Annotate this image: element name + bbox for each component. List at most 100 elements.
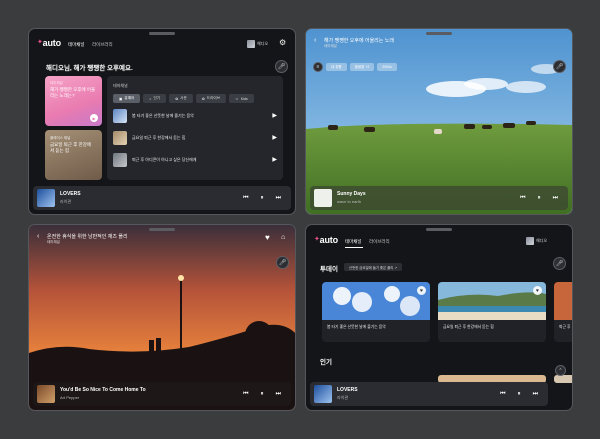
chevron-up-icon[interactable]: ⌃ — [555, 365, 566, 376]
back-icon[interactable]: ‹ — [314, 37, 316, 44]
theme-card[interactable]: ♥ 봄 타기 좋은 산뜻한 날에 즐기는 음악 — [322, 282, 430, 342]
detail-header: ‹ 해가 쨍쨍한 오후에 어울리는 노래 테마채널 — [306, 29, 572, 51]
track-artist: 라이관 — [60, 199, 72, 204]
chip-0[interactable]: ▣ 뮤예어 — [113, 94, 141, 103]
heart-icon[interactable]: ♥ — [417, 286, 426, 295]
gear-icon[interactable]: ⚙ — [279, 38, 286, 47]
avatar — [247, 40, 255, 48]
mini-player[interactable]: LOVERS 라이관 ⏮ ⏸ ⏭ — [310, 382, 548, 406]
play-icon[interactable]: ▶ — [90, 114, 98, 122]
playlist-row[interactable]: 금요일 퇴근 후 한강에서 듣는 힙 ▶ — [113, 130, 277, 145]
page-title: 온전한 휴식을 위한 낭만적인 재즈 플리 — [47, 234, 128, 240]
playlist-detail-screen: ‹ 온전한 휴식을 위한 낭만적인 재즈 플리 테마채널 ♥ ⌂ 🎤︎ You'… — [28, 224, 296, 411]
theme-channel-screen: ✦auto 테마채널 라이브러리 해디오 🎤︎ 투데이 산뜻한 금요일에 들기 … — [305, 224, 573, 411]
featured-theme-card[interactable]: 테마채널 해가 쨍쨍한 오후에 어울리는 노래는? ▶ — [45, 76, 102, 126]
previous-icon[interactable]: ⏮ — [243, 391, 248, 398]
album-art — [314, 385, 332, 403]
heart-icon[interactable]: ♥ — [265, 233, 270, 242]
mini-player[interactable]: Sunny Days wave to earth ⏮ ⏸ ⏭ — [310, 186, 568, 210]
back-icon[interactable]: ‹ — [37, 233, 39, 240]
pause-icon[interactable]: ⏸ — [261, 391, 264, 398]
detail-header: ‹ 온전한 휴식을 위한 낭만적인 재즈 플리 테마채널 — [29, 225, 295, 247]
today-pill[interactable]: 산뜻한 금요일에 들기 좋은 플리 ↗ — [344, 263, 403, 271]
track-artist: 라이관 — [337, 395, 349, 400]
chip-4[interactable]: ☺ Kids — [229, 94, 254, 103]
chip-3[interactable]: ✿ 드라이브 — [195, 94, 227, 103]
play-icon[interactable]: ▶ — [272, 156, 277, 163]
popular-card-peek[interactable] — [554, 375, 572, 383]
card-caption: 금요일 퇴근 후 한강에서 듣는 힙 — [443, 325, 494, 329]
album-art — [37, 385, 55, 403]
tab-library[interactable]: 라이브러리 — [92, 42, 113, 48]
greeting: 해디오님, 해가 쨍쨍한 오후예요. — [46, 65, 133, 72]
tag[interactable]: 2000s — [377, 63, 397, 71]
theme-card[interactable]: 퇴근 후 — [554, 282, 572, 342]
tab-theme-channel[interactable]: 테마채널 — [345, 239, 362, 245]
profile[interactable]: 해디오 — [526, 237, 547, 245]
tag-row: ≡ 내 취향 힐링팝 +2 2000s — [313, 62, 397, 72]
playlist-row[interactable]: 봄 타기 좋은 산뜻한 날에 즐기는 음악 ▶ — [113, 108, 277, 123]
album-art — [314, 189, 332, 207]
previous-icon[interactable]: ⏮ — [243, 195, 248, 202]
chip-2[interactable]: ✿ 사운 — [169, 94, 193, 103]
card-title: 해가 쨍쨍한 오후에 어울리는 노래는? — [50, 87, 96, 98]
avatar — [526, 237, 534, 245]
track-title: Sunny Days — [337, 191, 366, 197]
playlist-detail-screen: ‹ 해가 쨍쨍한 오후에 어울리는 노래 테마채널 ≡ 내 취향 힐링팝 +2 … — [305, 28, 573, 215]
page-title: 해가 쨍쨍한 오후에 어울리는 노래 — [324, 38, 394, 44]
place-channel-card[interactable]: 플레이스 채널 금요일 퇴근 후 한강에서 듣는 힙 — [45, 130, 102, 180]
mic-icon[interactable]: 🎤︎ — [276, 256, 289, 269]
play-icon[interactable]: ▶ — [272, 134, 277, 141]
tag[interactable]: 힐링팝 +2 — [349, 63, 375, 71]
mic-icon[interactable]: 🎤︎ — [553, 60, 566, 73]
heart-icon[interactable]: ♥ — [533, 286, 542, 295]
pause-icon[interactable]: ⏸ — [538, 195, 541, 202]
card-image — [322, 282, 430, 320]
next-icon[interactable]: ⏭ — [533, 391, 538, 398]
page-subtitle: 테마채널 — [47, 240, 60, 244]
track-artist: Art Pepper — [60, 395, 80, 400]
chip-1[interactable]: ◐ 인기 — [143, 94, 167, 103]
mic-icon[interactable]: 🎤︎ — [553, 257, 566, 270]
panel-title: 테마채널 — [113, 83, 128, 88]
play-icon[interactable]: ▶ — [272, 112, 277, 119]
mic-icon[interactable]: 🎤︎ — [275, 60, 288, 73]
notch — [149, 32, 175, 35]
card-label: 플레이스 채널 — [50, 136, 71, 140]
home-screen: ✦auto 테마채널 라이브러리 해디오 ⚙ 🎤︎ 해디오님, 해가 쨍쨍한 오… — [28, 28, 296, 215]
track-artist: wave to earth — [337, 199, 362, 204]
previous-icon[interactable]: ⏮ — [520, 195, 525, 202]
next-icon[interactable]: ⏭ — [276, 391, 281, 398]
category-chips: ▣ 뮤예어 ◐ 인기 ✿ 사운 ✿ 드라이브 ☺ Kids — [113, 94, 254, 103]
mini-player[interactable]: You'd Be So Nice To Come Home To Art Pepp… — [33, 382, 291, 406]
next-icon[interactable]: ⏭ — [276, 195, 281, 202]
card-label: 테마채널 — [50, 81, 63, 85]
profile[interactable]: 해디오 — [247, 40, 268, 48]
pause-icon[interactable]: ⏸ — [261, 195, 264, 202]
app-logo[interactable]: ✦auto — [314, 235, 338, 245]
track-title: LOVERS — [60, 191, 81, 197]
theme-card[interactable]: ♥ 금요일 퇴근 후 한강에서 듣는 힙 — [438, 282, 546, 342]
pause-icon[interactable]: ⏸ — [518, 391, 521, 398]
album-art — [37, 189, 55, 207]
card-title: 금요일 퇴근 후 한강에서 듣는 힙 — [50, 142, 92, 153]
mini-player[interactable]: LOVERS 라이관 ⏮ ⏸ ⏭ — [33, 186, 291, 210]
today-section-title: 투데이 — [320, 266, 338, 273]
tag[interactable]: 내 취향 — [326, 63, 347, 71]
playlist-thumbnail — [113, 130, 127, 145]
theme-channel-panel: 테마채널 ▣ 뮤예어 ◐ 인기 ✿ 사운 ✿ 드라이브 ☺ Kids 봄 타기 … — [107, 76, 283, 180]
tab-theme-channel[interactable]: 테마채널 — [68, 42, 85, 48]
active-tab-indicator — [345, 247, 363, 248]
menu-icon[interactable]: ≡ — [313, 62, 323, 72]
notch — [426, 228, 452, 231]
home-icon[interactable]: ⌂ — [281, 234, 285, 241]
card-caption: 봄 타기 좋은 산뜻한 날에 즐기는 음악 — [327, 325, 386, 329]
track-title: LOVERS — [337, 387, 358, 393]
previous-icon[interactable]: ⏮ — [500, 391, 505, 398]
card-image — [554, 282, 572, 320]
playlist-thumbnail — [113, 108, 127, 123]
playlist-row[interactable]: 퇴근 후 아디콘이 아니고 싶은 당신에게 ▶ — [113, 152, 277, 167]
app-logo[interactable]: ✦auto — [37, 38, 61, 48]
tab-library[interactable]: 라이브러리 — [369, 239, 390, 245]
next-icon[interactable]: ⏭ — [553, 195, 558, 202]
